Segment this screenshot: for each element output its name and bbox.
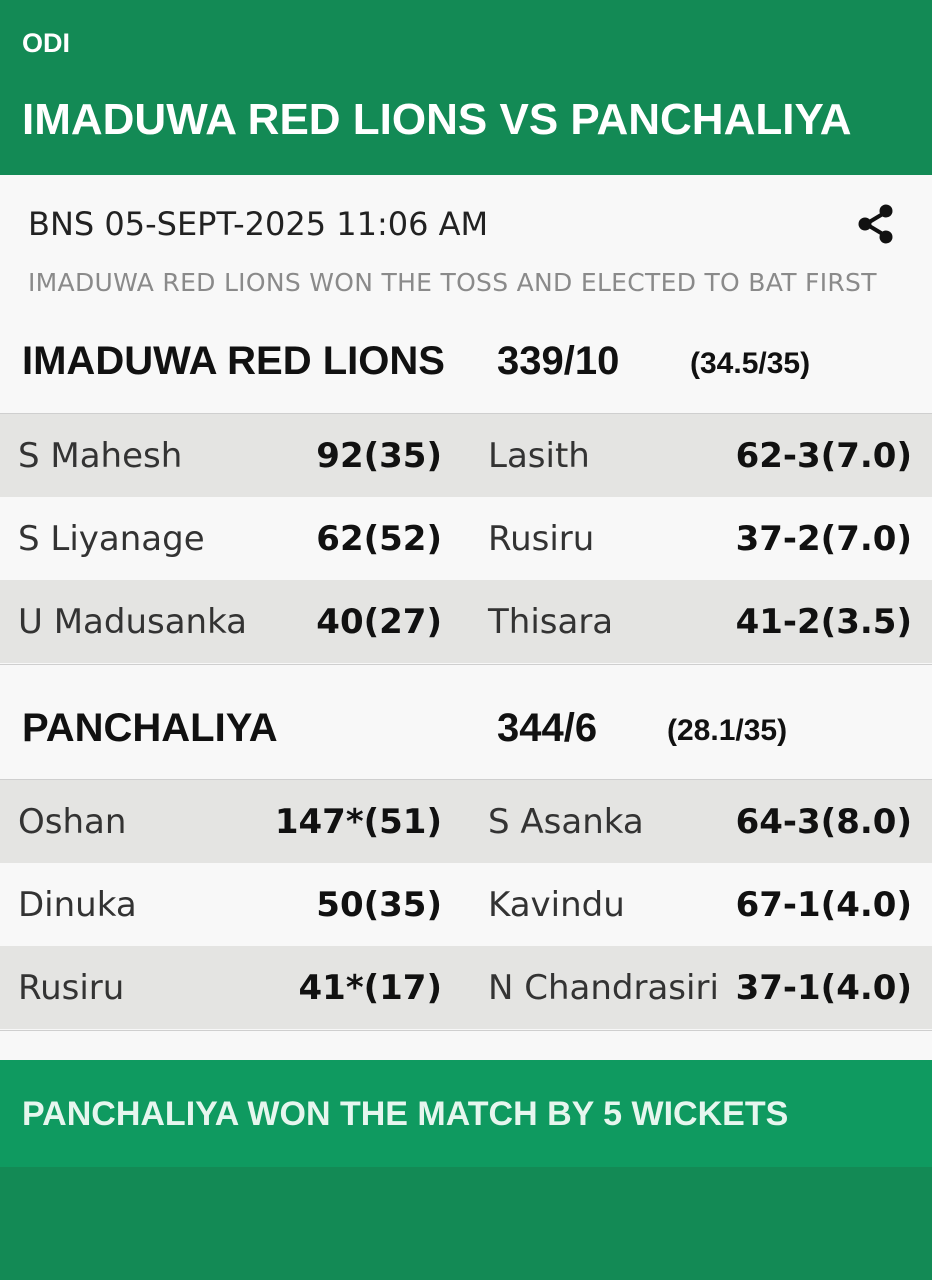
match-title: IMADUWA RED LIONS VS PANCHALIYA bbox=[22, 95, 852, 144]
team-score: 344/6 bbox=[497, 706, 598, 750]
share-icon[interactable] bbox=[852, 200, 900, 248]
match-datetime: BNS 05-SEPT-2025 11:06 AM bbox=[28, 205, 489, 243]
result-banner: PANCHALIYA WON THE MATCH BY 5 WICKETS bbox=[0, 1060, 932, 1167]
bowler-name: Kavindu bbox=[488, 885, 625, 925]
bowler-name: S Asanka bbox=[488, 802, 644, 842]
team-overs: (34.5/35) bbox=[690, 347, 811, 380]
table-row: U Madusanka 40(27) Thisara 41-2(3.5) bbox=[0, 580, 932, 663]
bowler-name: N Chandrasiri bbox=[488, 968, 719, 1008]
match-format: ODI bbox=[22, 28, 71, 58]
batter-figures: 147*(51) bbox=[274, 802, 442, 842]
scorecard: BNS 05-SEPT-2025 11:06 AM IMADUWA RED LI… bbox=[0, 175, 932, 1060]
batter-name: S Mahesh bbox=[18, 436, 183, 476]
footer-band bbox=[0, 1167, 932, 1280]
batter-figures: 41*(17) bbox=[298, 968, 443, 1008]
batter-name: S Liyanage bbox=[18, 519, 205, 559]
bowler-figures: 41-2(3.5) bbox=[735, 602, 912, 642]
table-row: Dinuka 50(35) Kavindu 67-1(4.0) bbox=[0, 863, 932, 946]
divider bbox=[0, 1030, 932, 1031]
bowler-name: Thisara bbox=[488, 602, 614, 642]
batter-figures: 40(27) bbox=[316, 602, 442, 642]
bowler-figures: 67-1(4.0) bbox=[735, 885, 912, 925]
bowler-figures: 37-1(4.0) bbox=[735, 968, 912, 1008]
batter-name: U Madusanka bbox=[18, 602, 248, 642]
batter-name: Dinuka bbox=[18, 885, 137, 925]
divider bbox=[0, 664, 932, 665]
bowler-name: Rusiru bbox=[488, 519, 595, 559]
bowler-figures: 64-3(8.0) bbox=[735, 802, 912, 842]
batter-figures: 62(52) bbox=[316, 519, 442, 559]
team-name: PANCHALIYA bbox=[22, 706, 278, 750]
batter-figures: 92(35) bbox=[316, 436, 442, 476]
toss-info: IMADUWA RED LIONS WON THE TOSS AND ELECT… bbox=[28, 268, 877, 297]
table-row: S Mahesh 92(35) Lasith 62-3(7.0) bbox=[0, 414, 932, 497]
match-header: ODI IMADUWA RED LIONS VS PANCHALIYA bbox=[0, 0, 932, 175]
team-name: IMADUWA RED LIONS bbox=[22, 339, 445, 383]
table-row: S Liyanage 62(52) Rusiru 37-2(7.0) bbox=[0, 497, 932, 580]
batter-figures: 50(35) bbox=[316, 885, 442, 925]
table-row: Oshan 147*(51) S Asanka 64-3(8.0) bbox=[0, 780, 932, 863]
team-score: 339/10 bbox=[497, 339, 620, 383]
match-result: PANCHALIYA WON THE MATCH BY 5 WICKETS bbox=[22, 1095, 789, 1133]
batter-name: Rusiru bbox=[18, 968, 125, 1008]
bowler-figures: 62-3(7.0) bbox=[735, 436, 912, 476]
bowler-name: Lasith bbox=[488, 436, 590, 476]
team-overs: (28.1/35) bbox=[667, 714, 788, 747]
innings-header-1: IMADUWA RED LIONS 339/10 (34.5/35) bbox=[0, 320, 932, 400]
table-row: Rusiru 41*(17) N Chandrasiri 37-1(4.0) bbox=[0, 946, 932, 1029]
bowler-figures: 37-2(7.0) bbox=[735, 519, 912, 559]
batter-name: Oshan bbox=[18, 802, 127, 842]
innings-header-2: PANCHALIYA 344/6 (28.1/35) bbox=[0, 687, 932, 767]
